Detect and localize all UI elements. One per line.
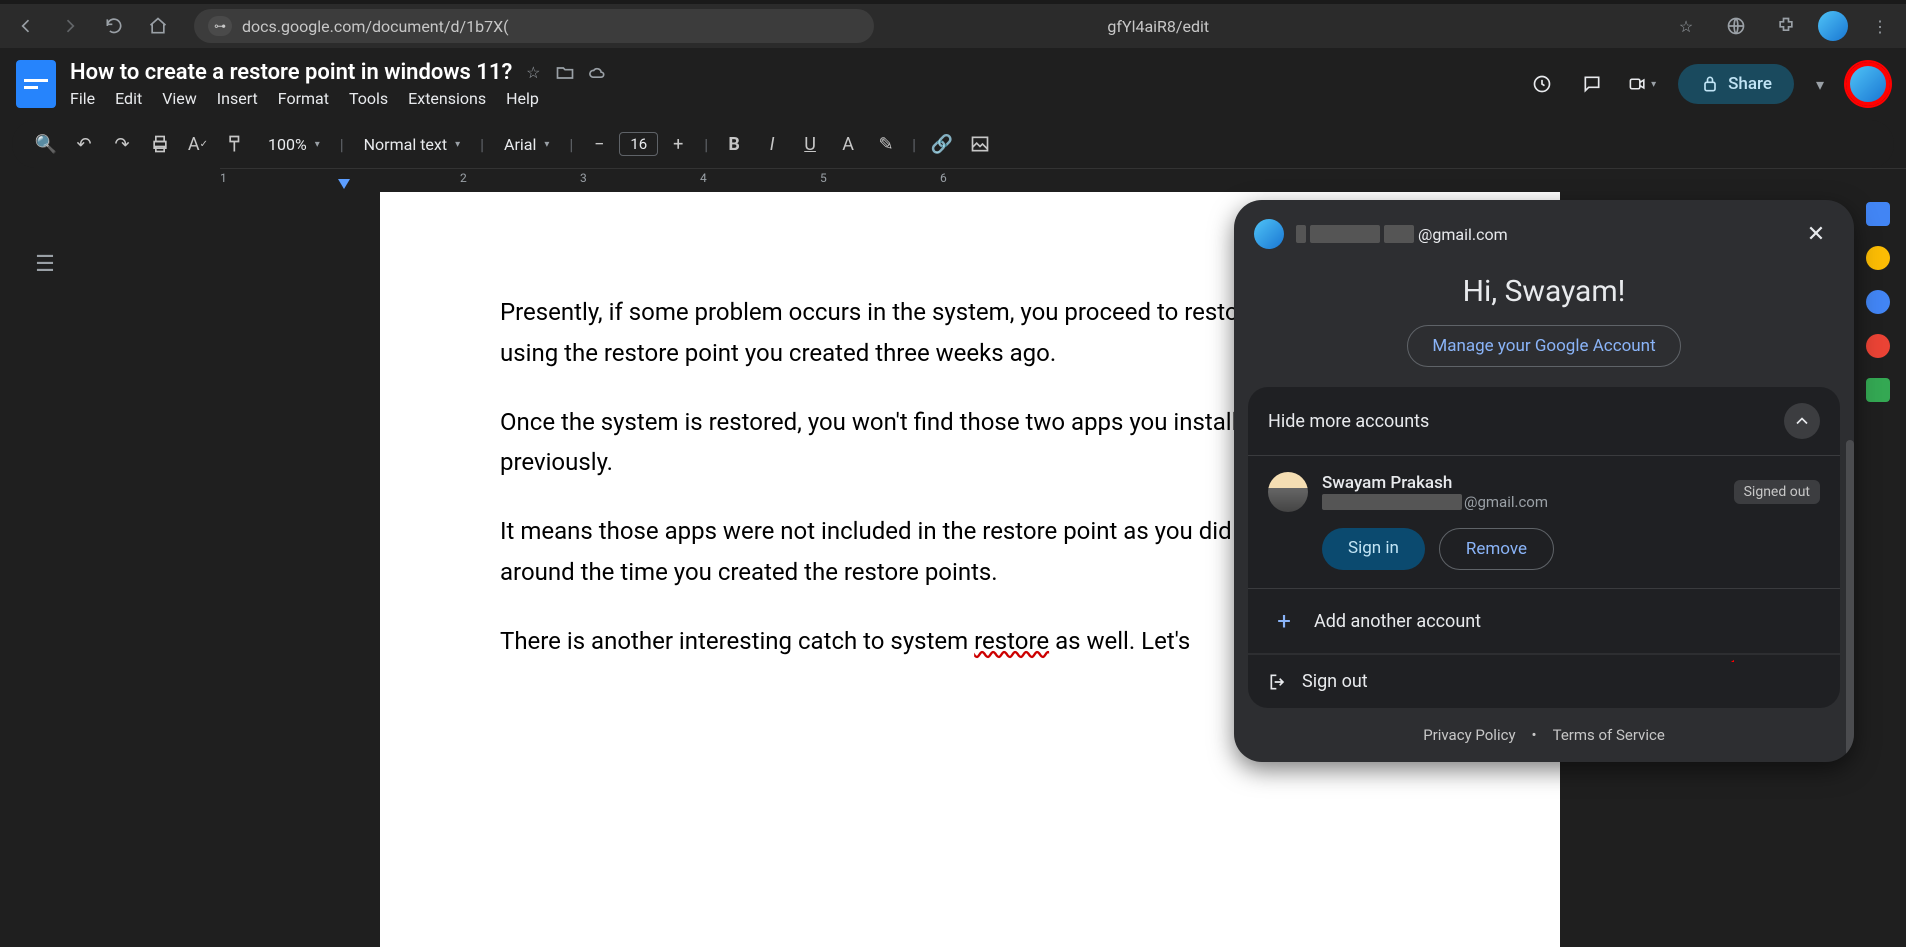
menu-format[interactable]: Format xyxy=(278,89,329,108)
chevron-up-icon xyxy=(1784,403,1820,439)
calendar-icon[interactable] xyxy=(1866,202,1890,226)
hide-accounts-label: Hide more accounts xyxy=(1268,411,1429,432)
image-icon[interactable] xyxy=(964,128,996,160)
paint-format-icon[interactable] xyxy=(220,128,252,160)
close-button[interactable]: ✕ xyxy=(1798,216,1834,252)
share-label: Share xyxy=(1728,74,1772,94)
increase-font-icon[interactable]: + xyxy=(662,128,694,160)
forward-button[interactable] xyxy=(52,8,88,44)
toolbar: 🔍 ↶ ↷ A✓ 100%▾ | Normal text▾ | Arial▾ |… xyxy=(12,120,1894,168)
style-select[interactable]: Normal text▾ xyxy=(354,135,470,154)
highlight-icon[interactable]: ✎ xyxy=(870,128,902,160)
back-button[interactable] xyxy=(8,8,44,44)
zoom-select[interactable]: 100%▾ xyxy=(258,135,330,154)
bookmark-icon[interactable]: ☆ xyxy=(1668,8,1704,44)
spellcheck-icon[interactable]: A✓ xyxy=(182,128,214,160)
reload-button[interactable] xyxy=(96,8,132,44)
email-display: @gmail.com xyxy=(1296,225,1508,244)
add-account-label: Add another account xyxy=(1314,611,1481,632)
maps-icon[interactable] xyxy=(1866,378,1890,402)
home-button[interactable] xyxy=(140,8,176,44)
menu-extensions[interactable]: Extensions xyxy=(408,89,486,108)
menu-file[interactable]: File xyxy=(70,89,95,108)
hide-accounts-row[interactable]: Hide more accounts xyxy=(1248,387,1840,455)
meet-icon[interactable]: ▾ xyxy=(1628,70,1656,98)
globe-icon[interactable] xyxy=(1718,8,1754,44)
italic-icon[interactable]: I xyxy=(756,128,788,160)
browser-bar: ⊶ docs.google.com/document/d/1b7X( gfYl4… xyxy=(0,0,1906,48)
outline-icon[interactable]: ☰ xyxy=(35,252,55,947)
add-account-row[interactable]: + Add another account xyxy=(1248,588,1840,653)
cloud-icon[interactable] xyxy=(586,62,608,84)
signed-out-badge: Signed out xyxy=(1734,480,1820,504)
docs-header: How to create a restore point in windows… xyxy=(0,48,1906,120)
sign-out-icon xyxy=(1268,672,1288,692)
side-panel xyxy=(1850,192,1906,947)
menu-edit[interactable]: Edit xyxy=(115,89,142,108)
greeting-text: Hi, Swayam! xyxy=(1234,274,1854,309)
extensions-icon[interactable] xyxy=(1768,8,1804,44)
print-icon[interactable] xyxy=(144,128,176,160)
left-gutter: ☰ xyxy=(0,192,90,947)
redo-icon[interactable]: ↷ xyxy=(106,128,138,160)
sign-out-label: Sign out xyxy=(1302,671,1368,692)
share-dropdown-icon[interactable]: ▾ xyxy=(1816,75,1824,94)
site-info-icon[interactable]: ⊶ xyxy=(208,16,232,36)
account-name: Swayam Prakash xyxy=(1322,473,1720,493)
account-avatar-icon xyxy=(1268,472,1308,512)
url-bar[interactable]: ⊶ docs.google.com/document/d/1b7X( xyxy=(194,9,874,43)
bold-icon[interactable]: B xyxy=(718,128,750,160)
font-select[interactable]: Arial▾ xyxy=(494,135,559,154)
account-email: @gmail.com xyxy=(1322,493,1720,511)
privacy-link[interactable]: Privacy Policy xyxy=(1423,726,1515,744)
account-row[interactable]: Swayam Prakash @gmail.com Signed out xyxy=(1248,455,1840,528)
link-icon[interactable]: 🔗 xyxy=(926,128,958,160)
url-text: docs.google.com/document/d/1b7X( xyxy=(242,17,509,36)
keep-icon[interactable] xyxy=(1866,246,1890,270)
docs-logo-icon[interactable] xyxy=(16,60,56,108)
remove-button[interactable]: Remove xyxy=(1439,528,1554,570)
chrome-profile-avatar[interactable] xyxy=(1818,11,1848,41)
ruler: 1 2 3 4 5 6 xyxy=(220,168,1906,192)
underline-icon[interactable]: U xyxy=(794,128,826,160)
manage-account-button[interactable]: Manage your Google Account xyxy=(1407,325,1680,367)
history-icon[interactable] xyxy=(1528,70,1556,98)
menu-insert[interactable]: Insert xyxy=(217,89,258,108)
popup-avatar-icon xyxy=(1254,219,1284,249)
url-suffix: gfYl4aiR8/edit xyxy=(1107,17,1209,36)
undo-icon[interactable]: ↶ xyxy=(68,128,100,160)
plus-icon: + xyxy=(1268,605,1300,637)
star-icon[interactable]: ☆ xyxy=(522,62,544,84)
indent-marker-icon[interactable] xyxy=(338,179,350,189)
sign-in-button[interactable]: Sign in xyxy=(1322,528,1425,570)
menu-bar: File Edit View Insert Format Tools Exten… xyxy=(70,89,608,108)
font-size-input[interactable]: 16 xyxy=(619,132,658,156)
terms-link[interactable]: Terms of Service xyxy=(1553,726,1665,744)
move-icon[interactable] xyxy=(554,62,576,84)
menu-tools[interactable]: Tools xyxy=(349,89,388,108)
tasks-icon[interactable] xyxy=(1866,290,1890,314)
text-color-icon[interactable]: A xyxy=(832,128,864,160)
account-popup: @gmail.com ✕ Hi, Swayam! Manage your Goo… xyxy=(1234,200,1854,762)
google-account-button[interactable] xyxy=(1846,62,1890,106)
share-button[interactable]: Share xyxy=(1678,64,1794,104)
scrollbar[interactable] xyxy=(1846,440,1854,762)
menu-help[interactable]: Help xyxy=(506,89,539,108)
doc-title[interactable]: How to create a restore point in windows… xyxy=(70,60,512,85)
chrome-menu-icon[interactable]: ⋮ xyxy=(1862,8,1898,44)
contacts-icon[interactable] xyxy=(1866,334,1890,358)
sign-out-row[interactable]: Sign out xyxy=(1248,655,1840,708)
popup-footer: Privacy Policy • Terms of Service xyxy=(1234,708,1854,762)
comments-icon[interactable] xyxy=(1578,70,1606,98)
decrease-font-icon[interactable]: − xyxy=(583,128,615,160)
menu-view[interactable]: View xyxy=(162,89,197,108)
search-icon[interactable]: 🔍 xyxy=(30,128,62,160)
